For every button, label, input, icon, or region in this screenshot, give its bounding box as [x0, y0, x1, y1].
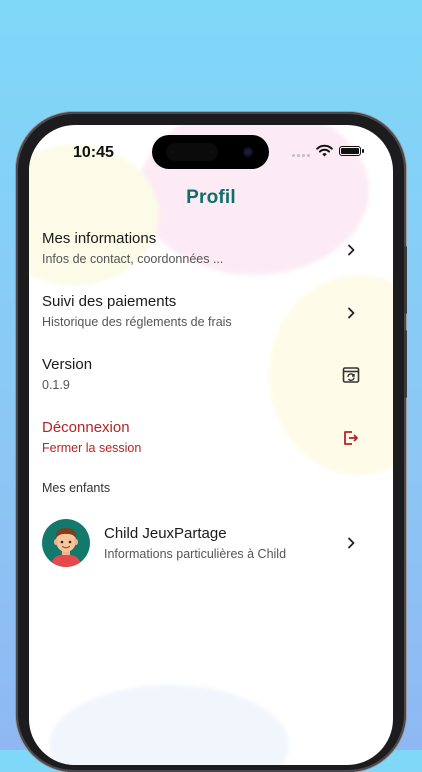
menu-item-subtitle: Fermer la session [42, 441, 142, 455]
child-avatar-illustration [51, 528, 81, 567]
chevron-right-icon [348, 244, 355, 256]
chevron-right-icon [348, 307, 355, 319]
sensor [166, 143, 218, 161]
menu-item-suivi-paiements[interactable]: Suivi des paiements Historique des régle… [42, 293, 372, 345]
background-blob [49, 685, 289, 765]
phone-side-button [404, 246, 407, 314]
menu-item-subtitle: Infos de contact, coordonnées ... [42, 252, 224, 266]
app-screen: 10:45 Profil Mes informations Infos de c… [29, 125, 393, 765]
status-bar: 10:45 [29, 125, 393, 179]
cellular-signal-icon [292, 152, 314, 158]
update-icon [342, 367, 360, 383]
menu-item-mes-informations[interactable]: Mes informations Infos de contact, coord… [42, 230, 372, 282]
menu-item-title: Déconnexion [42, 419, 130, 436]
menu-item-version[interactable]: Version 0.1.9 [42, 356, 372, 408]
menu-item-title: Suivi des paiements [42, 293, 177, 310]
camera [243, 147, 253, 157]
avatar [42, 519, 90, 567]
page-title: Profil [186, 187, 236, 208]
menu-item-deconnexion[interactable]: Déconnexion Fermer la session [42, 419, 372, 471]
child-name: Child JeuxPartage [104, 525, 227, 542]
menu-item-subtitle: Historique des réglements de frais [42, 315, 232, 329]
battery-icon [339, 146, 364, 156]
menu-item-title: Mes informations [42, 230, 157, 247]
child-list-item[interactable]: Child JeuxPartage Informations particuli… [42, 519, 372, 569]
phone-side-button [404, 330, 407, 398]
child-subtitle: Informations particulières à Child [104, 547, 287, 561]
menu-item-title: Version [42, 356, 93, 373]
chevron-right-icon [348, 537, 355, 549]
logout-icon [344, 431, 358, 445]
wifi-icon [316, 144, 333, 157]
status-time: 10:45 [73, 144, 114, 161]
dynamic-island [152, 135, 269, 169]
section-label-mes-enfants: Mes enfants [42, 481, 111, 495]
menu-item-subtitle: 0.1.9 [42, 378, 70, 392]
